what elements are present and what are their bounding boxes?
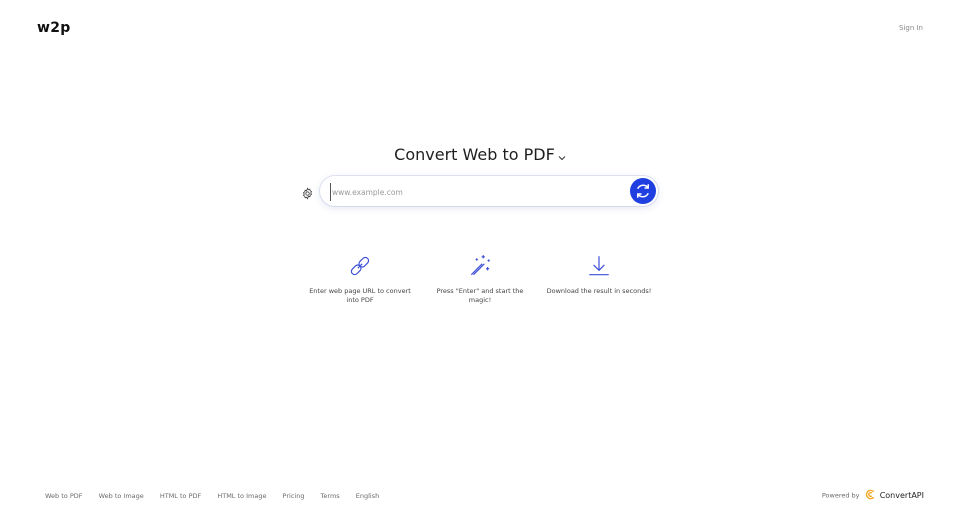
step-enter-url: Enter web page URL to convert into PDF: [305, 253, 415, 305]
footer-link-pricing[interactable]: Pricing: [283, 492, 305, 500]
footer-nav: Web to PDF Web to Image HTML to PDF HTML…: [45, 492, 393, 500]
footer-link-html-to-pdf[interactable]: HTML to PDF: [160, 492, 201, 500]
url-search-bar: [320, 176, 658, 206]
step-text: Press "Enter" and start the magic!: [436, 287, 524, 304]
step-press-enter: Press "Enter" and start the magic!: [425, 253, 535, 305]
converter-title[interactable]: Convert Web to PDF: [0, 145, 960, 165]
footer-link-web-to-pdf[interactable]: Web to PDF: [45, 492, 83, 500]
logo[interactable]: w2p: [37, 20, 71, 36]
chevron-down-icon: [558, 146, 566, 165]
convertapi-brand: ConvertAPI: [879, 491, 924, 500]
footer-link-terms[interactable]: Terms: [321, 492, 340, 500]
sign-in-link[interactable]: Sign In: [899, 24, 923, 32]
language-selector[interactable]: English: [356, 492, 379, 500]
download-icon: [544, 253, 654, 279]
refresh-icon: [637, 184, 649, 198]
convertapi-logo-icon: [865, 489, 876, 502]
footer-link-web-to-image[interactable]: Web to Image: [99, 492, 144, 500]
step-text: Enter web page URL to convert into PDF: [309, 287, 411, 304]
powered-by-label: Powered by: [821, 491, 860, 500]
url-input[interactable]: [330, 183, 624, 201]
step-text: Download the result in seconds!: [546, 287, 652, 295]
page-title: Convert Web to PDF: [394, 145, 555, 164]
link-icon: [305, 253, 415, 279]
magic-wand-icon: [425, 253, 535, 279]
footer-link-html-to-image[interactable]: HTML to Image: [217, 492, 266, 500]
powered-by[interactable]: Powered by ConvertAPI: [822, 489, 924, 502]
settings-gear-icon[interactable]: [301, 185, 314, 200]
step-download: Download the result in seconds!: [544, 253, 654, 296]
convert-button[interactable]: [630, 178, 656, 204]
